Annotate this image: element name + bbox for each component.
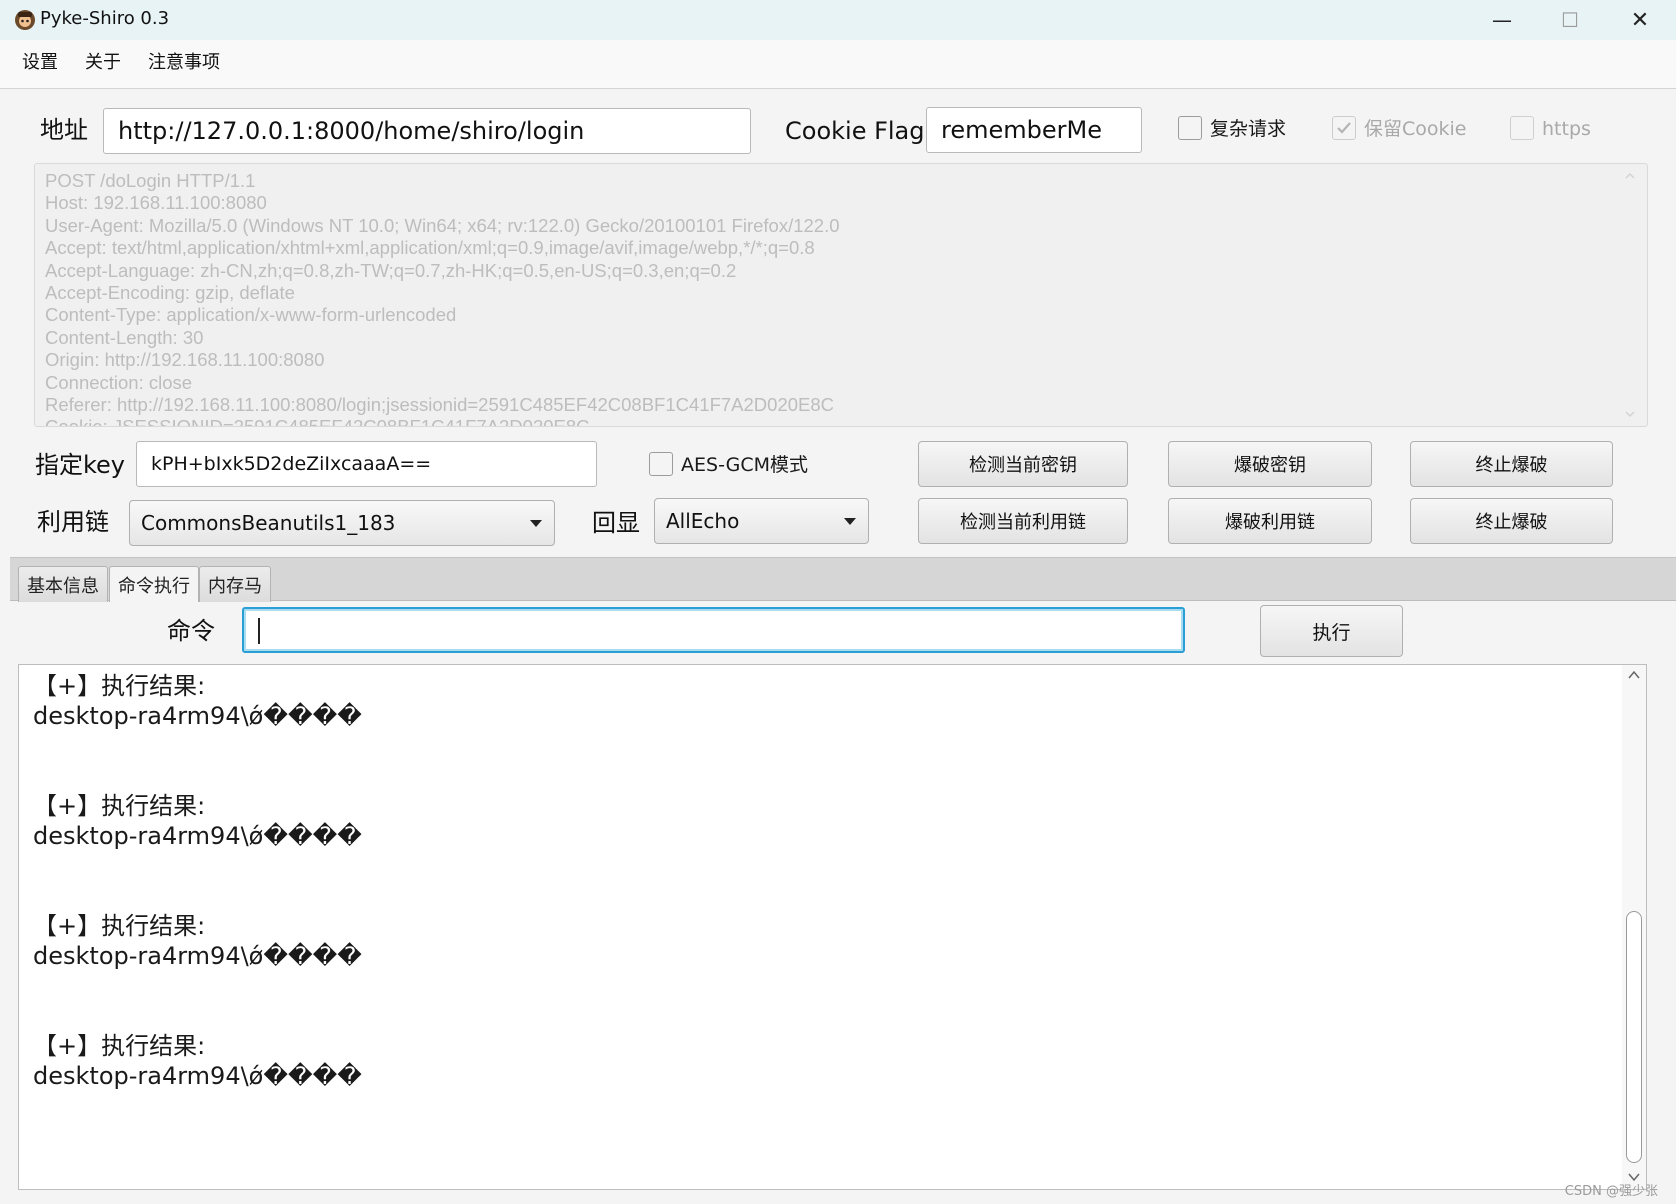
keep-cookie-label: 保留Cookie	[1364, 118, 1467, 140]
output-entry: 【+】执行结果: desktop-ra4rm94\ǿ����	[33, 791, 362, 851]
echo-select-value: AllEcho	[666, 509, 740, 533]
command-label: 命令	[167, 617, 215, 645]
complex-request-label: 复杂请求	[1210, 118, 1287, 140]
echo-label: 回显	[592, 509, 640, 537]
complex-request-checkbox[interactable]	[1178, 116, 1202, 140]
menu-about[interactable]: 关于	[85, 50, 121, 76]
raw-request-textarea[interactable]: POST /doLogin HTTP/1.1 Host: 192.168.11.1…	[34, 163, 1648, 427]
raw-request-line: POST /doLogin HTTP/1.1	[45, 170, 256, 191]
chain-select-value: CommonsBeanutils1_183	[141, 511, 396, 535]
raw-request-line: Referer: http://192.168.11.100:8080/logi…	[45, 394, 835, 416]
key-label: 指定key	[35, 451, 126, 479]
output-result: desktop-ra4rm94\ǿ����	[33, 822, 362, 850]
output-entry: 【+】执行结果: desktop-ra4rm94\ǿ����	[33, 911, 362, 971]
output-result: desktop-ra4rm94\ǿ����	[33, 702, 362, 730]
detect-key-button[interactable]: 检测当前密钥	[918, 441, 1128, 487]
title-bar: Pyke-Shiro 0.3 — ☐ ✕	[0, 0, 1676, 40]
output-header: 【+】执行结果:	[33, 912, 206, 940]
https-checkbox[interactable]	[1510, 116, 1534, 140]
close-icon: ✕	[1630, 7, 1650, 33]
output-result: desktop-ra4rm94\ǿ����	[33, 1062, 362, 1090]
brute-key-button[interactable]: 爆破密钥	[1168, 441, 1372, 487]
key-input[interactable]: kPH+bIxk5D2deZiIxcaaaA==	[136, 441, 597, 487]
tab-command-exec[interactable]: 命令执行	[109, 566, 199, 602]
echo-select[interactable]: AllEcho	[654, 498, 869, 544]
cookie-flag-label: Cookie Flag	[785, 117, 925, 145]
output-header: 【+】执行结果:	[33, 672, 206, 700]
window-title: Pyke-Shiro 0.3	[40, 8, 170, 29]
output-scrollbar[interactable]	[1622, 665, 1646, 1189]
output-header: 【+】执行结果:	[33, 1032, 206, 1060]
brute-chain-button[interactable]: 爆破利用链	[1168, 498, 1372, 544]
raw-request-line: User-Agent: Mozilla/5.0 (Windows NT 10.0…	[45, 214, 840, 236]
maximize-icon: ☐	[1561, 8, 1579, 32]
raw-request-line: Origin: http://192.168.11.100:8080	[45, 349, 325, 371]
minimize-icon: —	[1492, 8, 1512, 32]
chain-select[interactable]: CommonsBeanutils1_183	[129, 500, 555, 546]
checkmark-icon	[1337, 122, 1351, 134]
chain-label: 利用链	[37, 508, 109, 536]
menu-notes[interactable]: 注意事项	[148, 50, 220, 76]
raw-request-line: Cookie: JSESSIONID=2591C485EF42C08BF1C41…	[45, 416, 590, 427]
text-caret	[258, 618, 260, 644]
detect-chain-button[interactable]: 检测当前利用链	[918, 498, 1128, 544]
output-header: 【+】执行结果:	[33, 792, 206, 820]
menu-settings[interactable]: 设置	[22, 50, 58, 76]
raw-request-placeholder: POST /doLogin HTTP/1.1 Host: 192.168.11.1…	[45, 170, 1637, 427]
tab-strip: 基本信息 命令执行 内存马	[10, 557, 1676, 602]
keep-cookie-checkbox[interactable]	[1332, 116, 1356, 140]
app-logo-icon	[14, 9, 36, 31]
raw-request-line: Accept-Encoding: gzip, deflate	[45, 282, 295, 304]
chevron-down-icon	[530, 520, 542, 527]
raw-request-line: Accept-Language: zh-CN,zh;q=0.8,zh-TW;q=…	[45, 259, 737, 281]
output-result: desktop-ra4rm94\ǿ����	[33, 942, 362, 970]
raw-request-line: Content-Length: 30	[45, 326, 204, 348]
command-input[interactable]	[242, 607, 1185, 653]
menu-bar: 设置 关于 注意事项	[0, 40, 1676, 89]
watermark: CSDN @强少张	[1564, 1184, 1658, 1199]
chevron-down-icon	[844, 518, 856, 525]
tab-basic-info[interactable]: 基本信息	[18, 566, 108, 602]
tab-memory-shell[interactable]: 内存马	[199, 566, 271, 602]
close-button[interactable]: ✕	[1606, 0, 1674, 40]
execute-button[interactable]: 执行	[1260, 605, 1403, 657]
raw-request-line: Accept: text/html,application/xhtml+xml,…	[45, 237, 815, 259]
output-textarea[interactable]: 【+】执行结果: desktop-ra4rm94\ǿ���� 【+】执行结果: …	[18, 664, 1647, 1190]
cookie-flag-input[interactable]: rememberMe	[926, 107, 1142, 153]
scrollbar-thumb[interactable]	[1626, 911, 1642, 1163]
raw-request-line: Content-Type: application/x-www-form-url…	[45, 304, 457, 326]
raw-request-scrollbar[interactable]	[1623, 170, 1637, 420]
address-label: 地址	[40, 116, 88, 144]
aes-gcm-label: AES-GCM模式	[681, 454, 808, 476]
address-input[interactable]: http://127.0.0.1:8000/home/shiro/login	[103, 108, 751, 154]
aes-gcm-checkbox[interactable]	[649, 452, 673, 476]
output-entry: 【+】执行结果: desktop-ra4rm94\ǿ����	[33, 1031, 362, 1091]
stop-chain-brute-button[interactable]: 终止爆破	[1410, 498, 1613, 544]
https-label: https	[1542, 118, 1591, 140]
raw-request-line: Host: 192.168.11.100:8080	[45, 192, 267, 214]
raw-request-line: Connection: close	[45, 371, 193, 393]
stop-key-brute-button[interactable]: 终止爆破	[1410, 441, 1613, 487]
scroll-up-icon[interactable]	[1626, 669, 1642, 681]
minimize-button[interactable]: —	[1468, 0, 1536, 40]
maximize-button[interactable]: ☐	[1536, 0, 1604, 40]
output-entry: 【+】执行结果: desktop-ra4rm94\ǿ����	[33, 671, 362, 731]
